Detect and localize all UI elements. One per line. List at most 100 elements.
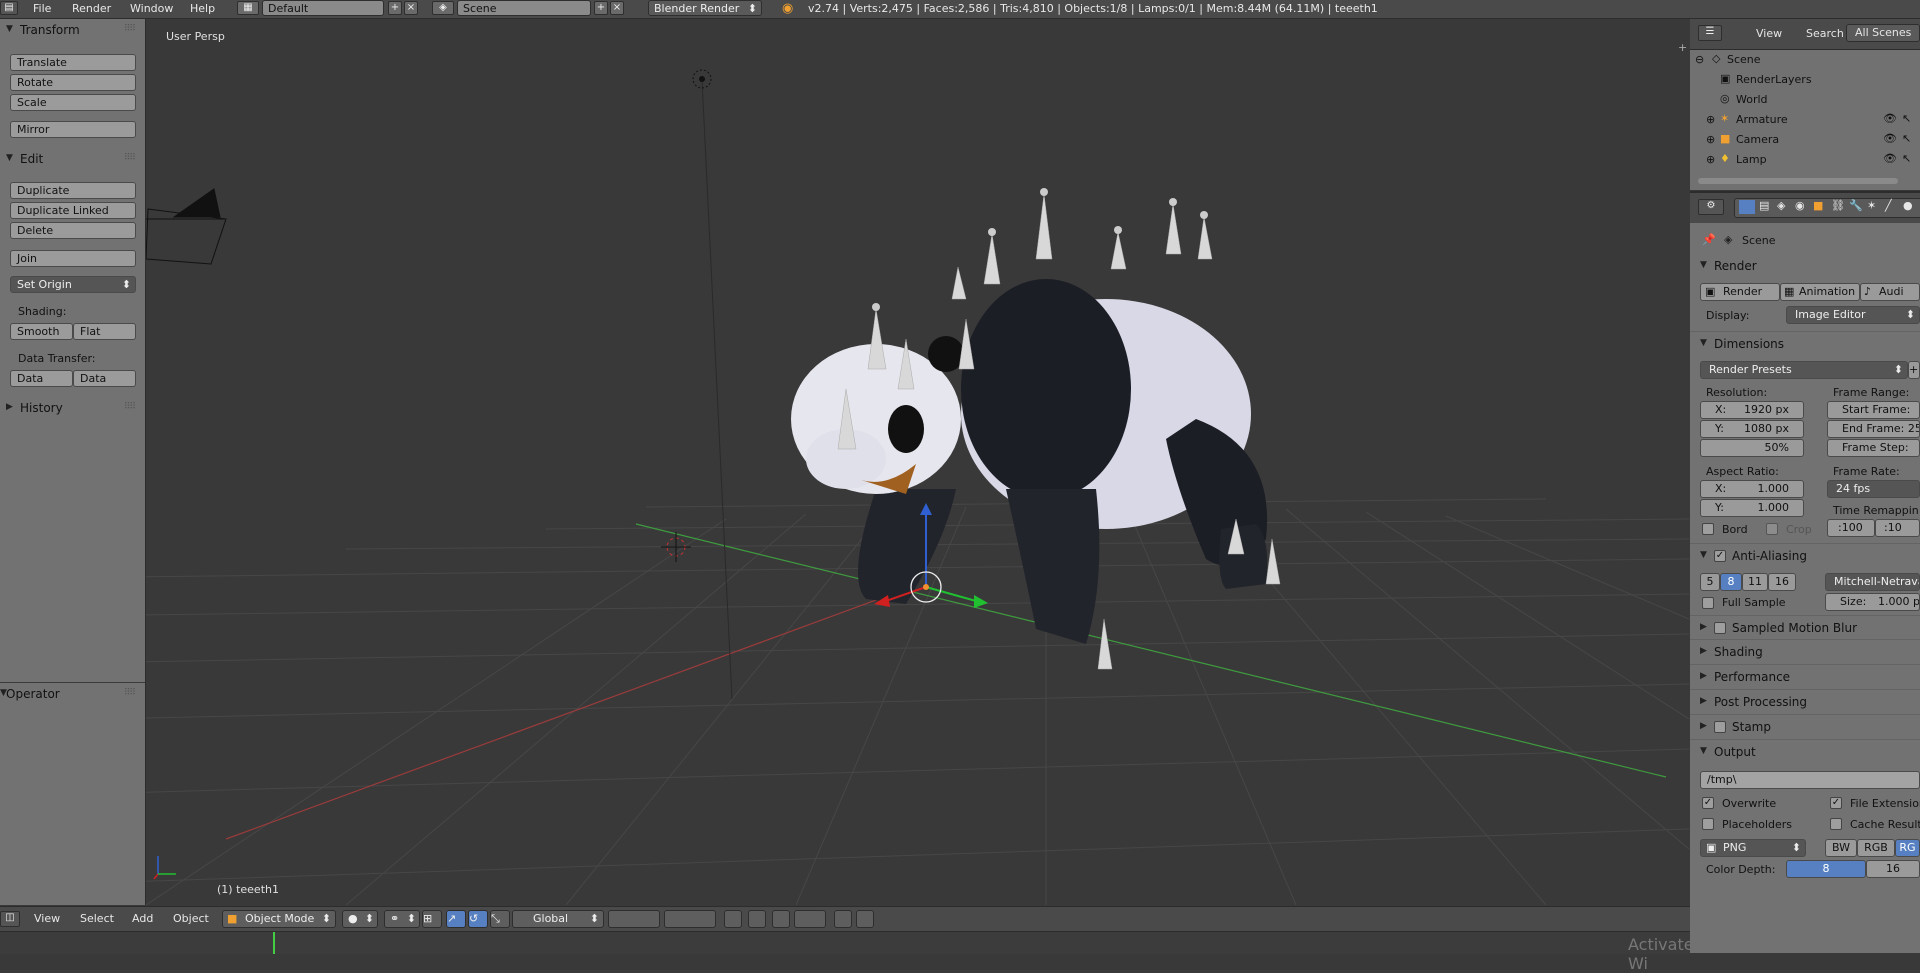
- color-depth-8-button[interactable]: 8: [1786, 860, 1866, 878]
- outliner-row-lamp[interactable]: ⊕ ♦ Lamp 👁 ↖: [1690, 150, 1920, 170]
- operator-panel-header[interactable]: ▼ Operator ⠿⠿: [0, 686, 145, 704]
- aa-filter-select[interactable]: Mitchell-Netrava: [1825, 573, 1920, 591]
- outliner-row-armature[interactable]: ⊕ ✶ Armature 👁 ↖: [1690, 110, 1920, 130]
- render-presets-select[interactable]: Render Presets ⬍: [1700, 361, 1908, 379]
- material-tab-icon[interactable]: ●: [1903, 199, 1913, 212]
- stamp-checkbox[interactable]: [1714, 721, 1726, 733]
- add-preset-button[interactable]: +: [1908, 361, 1920, 379]
- color-rgb-button[interactable]: RGB: [1857, 839, 1895, 857]
- join-button[interactable]: Join: [10, 250, 136, 267]
- remove-layout-icon[interactable]: ×: [404, 1, 418, 15]
- frame-rate-select[interactable]: 24 fps: [1827, 480, 1920, 498]
- snap-toggle-icon[interactable]: [772, 910, 790, 928]
- data-tab-icon[interactable]: ✶: [1867, 199, 1876, 212]
- aspect-y-field[interactable]: Y: 1.000: [1700, 499, 1804, 517]
- outliner-view-menu[interactable]: View: [1756, 27, 1782, 40]
- expand-panel-icon[interactable]: +: [1678, 41, 1687, 54]
- select-cursor-icon[interactable]: ↖: [1902, 152, 1911, 165]
- filter-size-field[interactable]: Size: 1.000 p: [1825, 593, 1920, 611]
- grip-icon[interactable]: ⠿⠿: [124, 688, 136, 698]
- outliner-row-world[interactable]: ◎ World: [1690, 90, 1920, 110]
- timeline-strip[interactable]: Activate Wi: [0, 931, 1694, 973]
- render-anim-icon[interactable]: [856, 910, 874, 928]
- properties-tabs[interactable]: ▤ ◈ ◉ ■ ⛓ 🔧 ✶ ╱ ●: [1734, 198, 1920, 218]
- outliner-row-camera[interactable]: ⊕ ■ Camera 👁 ↖: [1690, 130, 1920, 150]
- editor-type-icon[interactable]: ▤: [0, 1, 18, 15]
- file-format-select[interactable]: ▣ PNG ⬍: [1700, 839, 1806, 857]
- audio-button[interactable]: ♪ Audi: [1860, 283, 1920, 301]
- anti-aliasing-checkbox[interactable]: ✓: [1714, 550, 1726, 562]
- menu-file[interactable]: File: [33, 2, 51, 15]
- proportional-edit-icon[interactable]: [748, 910, 766, 928]
- aa-samples-8[interactable]: 8: [1720, 573, 1742, 591]
- panda-model[interactable]: [791, 188, 1281, 670]
- menu-add[interactable]: Add: [132, 912, 153, 925]
- resolution-x-field[interactable]: X: 1920 px: [1700, 401, 1804, 419]
- motion-blur-panel-header[interactable]: ▶ Sampled Motion Blur: [1690, 619, 1920, 639]
- outliner-row-scene[interactable]: ⊖ ◇ Scene: [1690, 50, 1920, 70]
- 3d-viewport[interactable]: User Persp (1) teeeth1 +: [146, 19, 1689, 905]
- grip-icon[interactable]: ⠿⠿: [124, 153, 136, 163]
- add-layout-icon[interactable]: +: [388, 1, 402, 15]
- file-extensions-checkbox[interactable]: ✓: [1830, 797, 1842, 809]
- cache-result-checkbox[interactable]: [1830, 818, 1842, 830]
- current-frame-marker[interactable]: [273, 932, 275, 954]
- pivot-select[interactable]: ⚭ ⬍: [384, 910, 420, 928]
- editor-type-icon[interactable]: ◫: [0, 911, 20, 927]
- remap-old-field[interactable]: :100: [1827, 519, 1875, 537]
- crop-checkbox[interactable]: [1766, 523, 1778, 535]
- expand-icon[interactable]: ⊖: [1695, 53, 1704, 66]
- dimensions-panel-header[interactable]: ▼ Dimensions: [1690, 335, 1920, 355]
- editor-type-icon[interactable]: ⚙: [1698, 199, 1724, 215]
- remove-scene-icon[interactable]: ×: [610, 1, 624, 15]
- data-button[interactable]: Data: [10, 370, 73, 387]
- screen-layout-icon[interactable]: ▦: [237, 1, 259, 15]
- history-panel-header[interactable]: ▶ History ⠿⠿: [0, 400, 145, 418]
- resolution-percentage-field[interactable]: 50%: [1700, 439, 1804, 457]
- anti-aliasing-panel-header[interactable]: ▼ ✓ Anti-Aliasing: [1690, 547, 1920, 567]
- rotate-manipulator[interactable]: ↺: [468, 910, 488, 928]
- menu-view[interactable]: View: [34, 912, 60, 925]
- aa-samples-16[interactable]: 16: [1768, 573, 1796, 591]
- delete-button[interactable]: Delete: [10, 222, 136, 239]
- expand-icon[interactable]: ⊕: [1706, 153, 1715, 166]
- render-engine-select[interactable]: Blender Render ⬍: [648, 0, 762, 16]
- aspect-x-field[interactable]: X: 1.000: [1700, 480, 1804, 498]
- visibility-eye-icon[interactable]: 👁: [1883, 152, 1897, 165]
- layers-row-1[interactable]: [608, 910, 660, 928]
- camera-object[interactable]: [146, 188, 227, 265]
- scale-button[interactable]: Scale: [10, 94, 136, 111]
- render-panel-header[interactable]: ▼ Render: [1690, 257, 1920, 277]
- motion-blur-checkbox[interactable]: [1714, 622, 1726, 634]
- color-rgba-button[interactable]: RG: [1895, 839, 1920, 857]
- world-tab-icon[interactable]: ◉: [1795, 199, 1805, 212]
- render-tab-camera-icon[interactable]: [1739, 200, 1755, 214]
- mirror-button[interactable]: Mirror: [10, 121, 136, 138]
- add-scene-icon[interactable]: +: [594, 1, 608, 15]
- grip-icon[interactable]: ⠿⠿: [124, 24, 136, 34]
- aa-samples-11[interactable]: 11: [1742, 573, 1768, 591]
- post-processing-panel-header[interactable]: ▶ Post Processing: [1690, 693, 1920, 713]
- edit-panel-header[interactable]: ▼ Edit ⠿⠿: [0, 151, 145, 169]
- pin-icon[interactable]: 📌: [1702, 233, 1716, 246]
- frame-step-field[interactable]: Frame Step:: [1827, 439, 1920, 457]
- output-panel-header[interactable]: ▼ Output: [1690, 743, 1920, 763]
- object-tab-icon[interactable]: ■: [1813, 199, 1823, 212]
- menu-object[interactable]: Object: [173, 912, 209, 925]
- placeholders-checkbox[interactable]: [1702, 818, 1714, 830]
- render-still-icon[interactable]: [834, 910, 852, 928]
- snap-target-select[interactable]: [794, 910, 826, 928]
- scene-tab-icon[interactable]: ◈: [1777, 199, 1785, 212]
- performance-panel-header[interactable]: ▶ Performance: [1690, 668, 1920, 688]
- overwrite-checkbox[interactable]: ✓: [1702, 797, 1714, 809]
- smooth-button[interactable]: Smooth: [10, 323, 73, 340]
- layer-lock-icon[interactable]: [724, 910, 742, 928]
- expand-icon[interactable]: ⊕: [1706, 113, 1715, 126]
- duplicate-linked-button[interactable]: Duplicate Linked: [10, 202, 136, 219]
- border-checkbox[interactable]: [1702, 523, 1714, 535]
- menu-help[interactable]: Help: [190, 2, 215, 15]
- modifiers-tab-icon[interactable]: 🔧: [1849, 199, 1863, 212]
- display-mode-select[interactable]: All Scenes: [1846, 24, 1920, 42]
- manipulator-toggle[interactable]: ⊞: [422, 910, 442, 928]
- flat-button[interactable]: Flat: [73, 323, 136, 340]
